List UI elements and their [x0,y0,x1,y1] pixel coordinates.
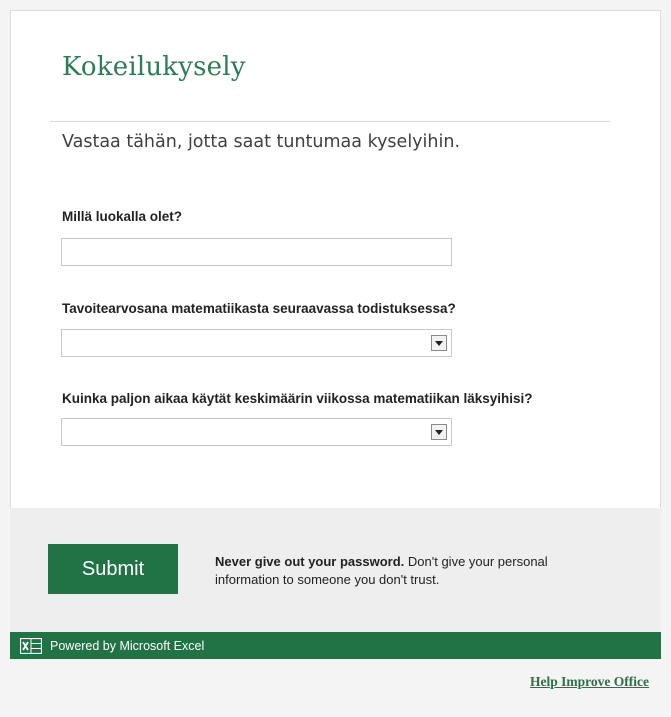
form-description: Vastaa tähän, jotta saat tuntumaa kysely… [62,132,461,152]
powered-by-text: Powered by Microsoft Excel [50,638,205,653]
question-1-text-input[interactable] [61,238,452,266]
form-title: Kokeilukysely [62,52,246,82]
excel-logo-icon [20,637,42,654]
submit-button[interactable]: Submit [48,544,178,594]
survey-page: Kokeilukysely Vastaa tähän, jotta saat t… [0,0,671,717]
question-2-dropdown[interactable] [61,329,452,357]
question-1-label: Millä luokalla olet? [62,209,183,224]
question-3-dropdown[interactable] [61,418,452,446]
chevron-down-icon[interactable] [431,424,447,440]
password-warning: Never give out your password. Don't give… [215,553,615,589]
title-divider [50,121,610,122]
help-improve-office-link[interactable]: Help Improve Office [530,674,649,690]
chevron-down-icon[interactable] [431,335,447,351]
password-warning-bold: Never give out your password. [215,554,405,569]
question-2-label: Tavoitearvosana matematiikasta seuraavas… [62,301,456,316]
question-3-label: Kuinka paljon aikaa käytät keskimäärin v… [62,391,533,406]
powered-by-bar: Powered by Microsoft Excel [10,632,661,659]
